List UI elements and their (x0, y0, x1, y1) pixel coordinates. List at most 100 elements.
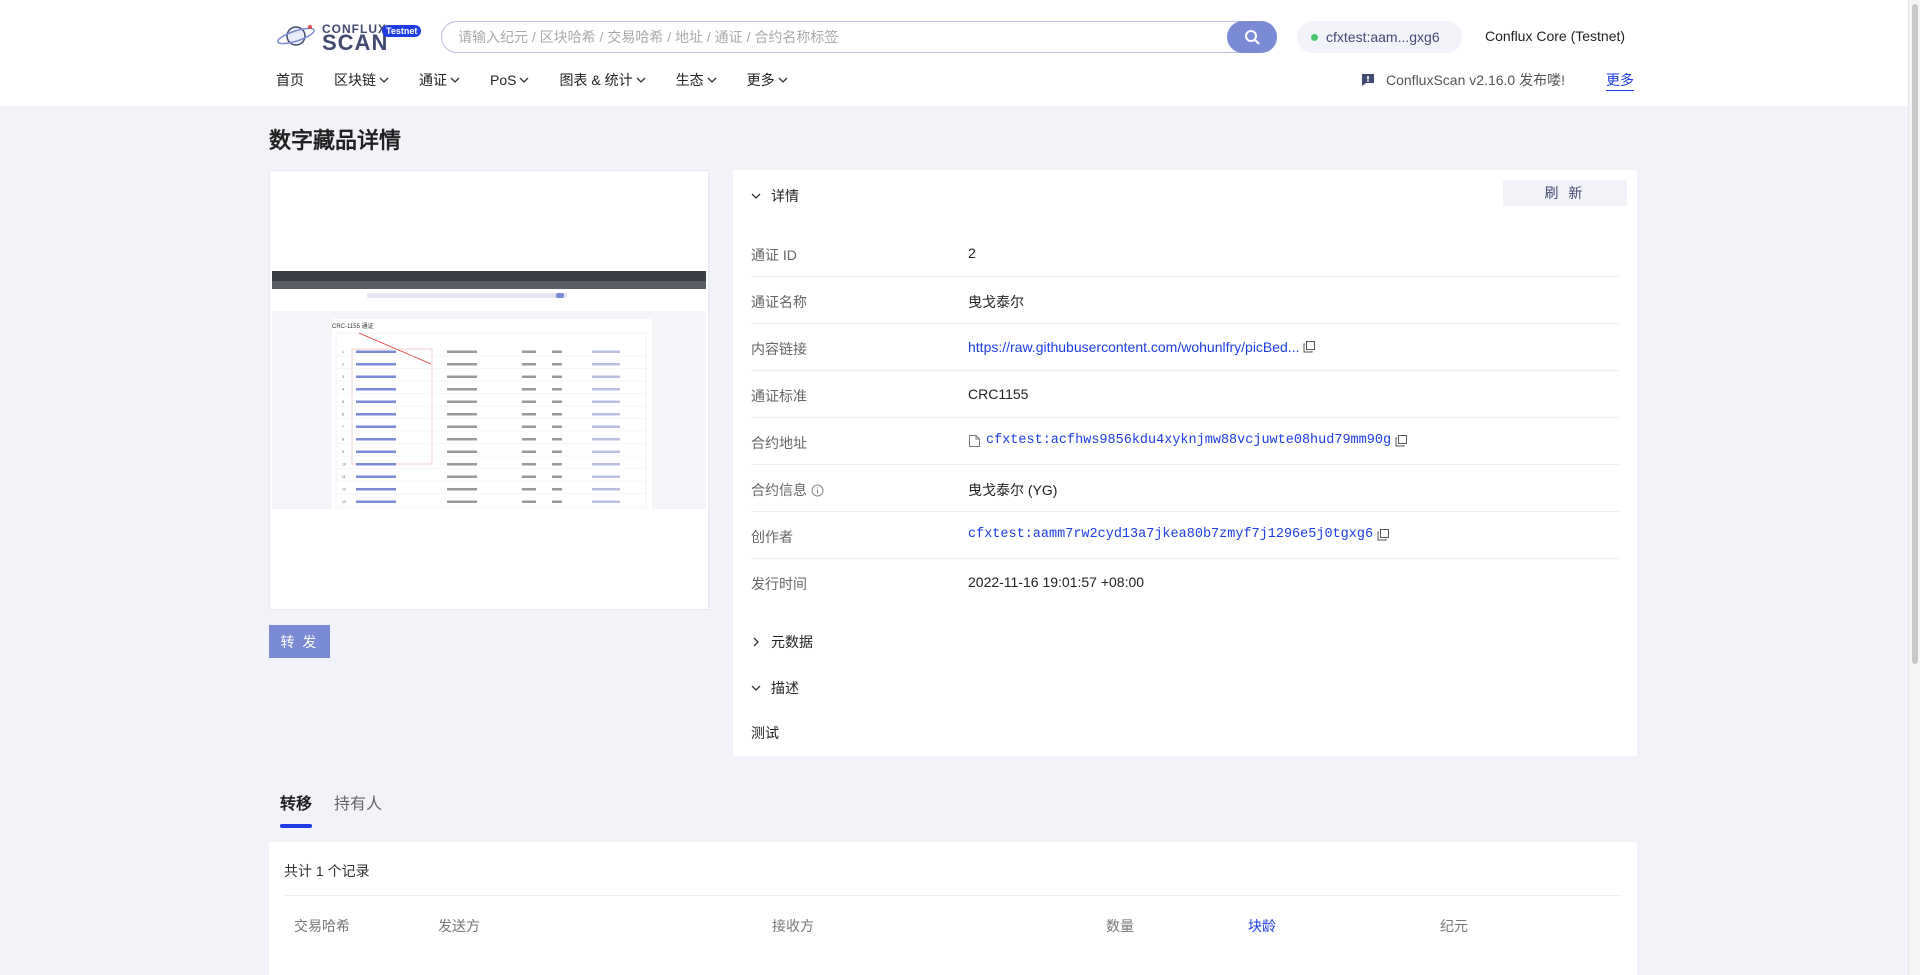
column-header-to: 接收方 (772, 918, 814, 934)
thumbnail-row-cell (356, 400, 396, 403)
detail-row-mint-time: 发行时间 2022-11-16 19:01:57 +08:00 (751, 559, 1619, 606)
detail-row-token-standard: 通证标准 CRC1155 (751, 371, 1619, 418)
detail-row-contract-address: 合约地址 cfxtest:acfhws9856kdu4xyknjmw88vcju… (751, 418, 1619, 465)
tab-transfers[interactable]: 转移 (280, 790, 313, 828)
page-title: 数字藏品详情 (269, 128, 402, 153)
thumbnail-row-cell (592, 438, 620, 441)
notice-text: ConfluxScan v2.16.0 发布喽! (1386, 72, 1565, 88)
nav-pos[interactable]: PoS (490, 70, 529, 90)
refresh-button[interactable]: 刷 新 (1503, 180, 1627, 206)
thumbnail-row-cell (522, 500, 536, 503)
thumbnail-row-index: 4 (342, 388, 344, 392)
row-label: 内容链接 (751, 341, 807, 357)
thumbnail-row-cell (552, 463, 562, 466)
chevron-down-icon (751, 193, 761, 199)
conflux-scan-logo[interactable]: CONFLUX SCAN Testnet (276, 20, 422, 54)
thumbnail-row-cell (447, 425, 477, 428)
metadata-section-toggle[interactable]: 元数据 (751, 632, 813, 652)
thumbnail-row-cell (447, 475, 477, 478)
details-section-toggle[interactable]: 详情 (751, 186, 799, 206)
creator-address-link[interactable]: cfxtest:aamm7rw2cyd13a7jkea80b7zmyf7j129… (968, 527, 1373, 542)
nav-charts[interactable]: 图表 & 统计 (559, 70, 646, 90)
thumbnail-row-index: 13 (342, 500, 346, 504)
copy-icon[interactable] (1395, 434, 1408, 447)
release-notice[interactable]: ConfluxScan v2.16.0 发布喽! (1360, 70, 1565, 90)
thumbnail-row-cell (522, 400, 536, 403)
thumbnail-row-cell (356, 413, 396, 416)
thumbnail-row-cell (356, 463, 396, 466)
thumbnail-row-cell (356, 488, 396, 491)
row-label: 通证 ID (751, 247, 797, 263)
thumbnail-row-index: 12 (342, 488, 346, 492)
thumbnail-row-cell (592, 450, 620, 453)
nav-ecosystem[interactable]: 生态 (676, 70, 717, 90)
thumbnail-row-cell (522, 388, 536, 391)
network-selector[interactable]: Conflux Core (Testnet) (1485, 28, 1625, 44)
wallet-address-button[interactable]: cfxtest:aam...gxg6 (1297, 21, 1462, 53)
detail-row-content-link: 内容链接 https://raw.githubusercontent.com/w… (751, 324, 1619, 371)
description-text: 测试 (751, 725, 779, 741)
chevron-down-icon (778, 77, 788, 83)
notice-more-link[interactable]: 更多 (1606, 70, 1634, 91)
contract-info-value: 曳戈泰尔 (YG) (968, 482, 1058, 498)
chevron-down-icon (636, 77, 646, 83)
thumbnail-row-cell (356, 363, 396, 366)
thumbnail-row-cell (356, 475, 396, 478)
search-input[interactable] (458, 22, 1218, 52)
details-section-title: 详情 (771, 188, 799, 204)
thumbnail-row-cell (552, 400, 562, 403)
thumbnail-row-cell (447, 350, 477, 353)
description-section-toggle[interactable]: 描述 (751, 678, 799, 698)
column-header-quantity: 数量 (1106, 918, 1134, 934)
info-icon[interactable] (811, 484, 824, 497)
content-link[interactable]: https://raw.githubusercontent.com/wohunl… (968, 339, 1300, 355)
copy-icon[interactable] (1303, 341, 1315, 353)
thumbnail-row-cell (592, 375, 620, 378)
transfers-table: 共计 1 个记录 交易哈希 发送方 接收方 数量 块龄 纪元 (269, 842, 1637, 975)
scrollbar-thumb[interactable] (1912, 4, 1918, 664)
copy-icon[interactable] (1377, 528, 1390, 541)
chevron-down-icon (379, 77, 389, 83)
thumbnail-row-cell (522, 350, 536, 353)
thumbnail-row-index: 3 (342, 375, 344, 379)
chevron-down-icon (450, 77, 460, 83)
thumbnail-row-index: 8 (342, 438, 344, 442)
column-header-from: 发送方 (438, 918, 480, 934)
thumbnail-row-cell (356, 425, 396, 428)
search-bar (441, 21, 1277, 53)
metadata-section-title: 元数据 (771, 634, 813, 650)
connected-status-dot (1311, 33, 1318, 41)
column-header-age[interactable]: 块龄 (1248, 916, 1276, 936)
nav-tokens[interactable]: 通证 (419, 70, 460, 90)
thumbnail-row-index: 1 (342, 350, 344, 354)
nav-home[interactable]: 首页 (276, 70, 304, 90)
content-link-value: https://raw.githubusercontent.com/wohunl… (968, 339, 1315, 355)
row-label: 合约信息 (751, 480, 824, 500)
contract-address-link[interactable]: cfxtest:acfhws9856kdu4xyknjmw88vcjuwte08… (986, 433, 1391, 448)
thumbnail-row-cell (447, 363, 477, 366)
thumbnail-row-cell (356, 450, 396, 453)
detail-row-token-id: 通证 ID 2 (751, 230, 1619, 277)
thumbnail-row-cell (356, 438, 396, 441)
chevron-down-icon (751, 685, 761, 691)
announcement-icon (1362, 74, 1374, 86)
thumbnail-row-index: 11 (342, 475, 346, 479)
thumbnail-row-cell (522, 413, 536, 416)
page-scrollbar[interactable] (1908, 0, 1920, 975)
detail-row-token-name: 通证名称 曳戈泰尔 (751, 277, 1619, 324)
thumbnail-row-cell (356, 375, 396, 378)
thumbnail-row-cell (356, 388, 396, 391)
detail-row-contract-info: 合约信息 曳戈泰尔 (YG) (751, 465, 1619, 512)
nav-blockchain[interactable]: 区块链 (334, 70, 389, 90)
transfer-button[interactable]: 转 发 (269, 625, 330, 658)
thumbnail-row-cell (447, 388, 477, 391)
nft-image[interactable]: CRC-1155 通证 1 2 3 4 5 6 7 8 9 10 11 12 13 (272, 271, 706, 509)
nft-screenshot-image: CRC-1155 通证 12345678910111213 (272, 271, 706, 509)
token-name-value: 曳戈泰尔 (968, 294, 1024, 310)
row-label: 创作者 (751, 529, 793, 545)
nav-more[interactable]: 更多 (747, 70, 788, 90)
description-section-title: 描述 (771, 680, 799, 696)
search-button[interactable] (1227, 21, 1277, 53)
main-nav: 首页 区块链 通证 PoS 图表 & 统计 生态 更多 (276, 70, 818, 90)
tab-holders[interactable]: 持有人 (334, 790, 382, 828)
